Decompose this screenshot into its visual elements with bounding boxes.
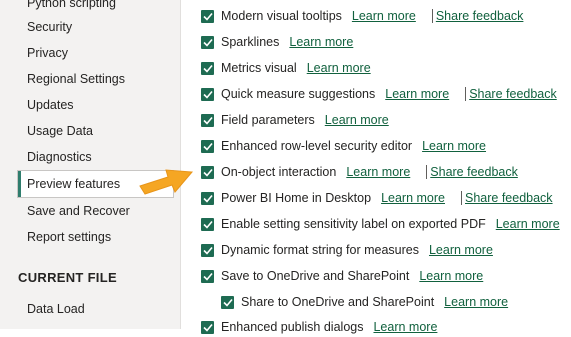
learn-more-link[interactable]: Learn more xyxy=(325,113,389,127)
link-separator xyxy=(426,165,428,179)
learn-more-link[interactable]: Learn more xyxy=(444,295,508,309)
feature-row-sensitivity-label-pdf: Enable setting sensitivity label on expo… xyxy=(201,214,560,234)
sidebar-item-usage-data[interactable]: Usage Data xyxy=(18,118,173,144)
link-separator xyxy=(461,191,462,205)
feature-row-sparklines: Sparklines Learn more xyxy=(201,32,353,52)
sidebar-item-privacy[interactable]: Privacy xyxy=(18,40,173,66)
checkbox[interactable] xyxy=(201,269,214,283)
feature-row-modern-visual-tooltips: Modern visual tooltips Learn more Share … xyxy=(201,6,523,26)
sidebar-item-report-settings[interactable]: Report settings xyxy=(18,224,173,250)
feature-label: Enhanced row-level security editor xyxy=(221,139,413,153)
link-separator xyxy=(431,9,433,23)
learn-more-link[interactable]: Learn more xyxy=(385,87,449,101)
feature-label: Dynamic format string for measures xyxy=(221,243,419,257)
share-feedback-link[interactable]: Share feedback xyxy=(465,191,553,205)
share-feedback-link[interactable]: Share feedback xyxy=(430,165,518,179)
checkbox[interactable] xyxy=(221,295,234,309)
check-icon xyxy=(202,246,213,255)
check-icon xyxy=(202,168,213,177)
feature-label: Field parameters xyxy=(221,113,315,127)
feature-row-enhanced-rls-editor: Enhanced row-level security editor Learn… xyxy=(201,136,486,156)
sidebar-item-save-and-recover[interactable]: Save and Recover xyxy=(18,198,173,224)
share-feedback-link[interactable]: Share feedback xyxy=(469,87,557,101)
feature-row-metrics-visual: Metrics visual Learn more xyxy=(201,58,371,78)
learn-more-link[interactable]: Learn more xyxy=(419,269,483,283)
check-icon xyxy=(202,90,213,99)
feature-row-share-to-onedrive: Share to OneDrive and SharePoint Learn m… xyxy=(221,292,508,312)
learn-more-link[interactable]: Learn more xyxy=(422,139,486,153)
check-icon xyxy=(202,12,213,21)
learn-more-link[interactable]: Learn more xyxy=(373,320,437,334)
checkbox[interactable] xyxy=(201,113,214,127)
checkbox[interactable] xyxy=(201,139,214,153)
feature-label: Metrics visual xyxy=(221,61,297,75)
feature-label: Share to OneDrive and SharePoint xyxy=(241,295,435,309)
learn-more-link[interactable]: Learn more xyxy=(289,35,353,49)
checkbox[interactable] xyxy=(201,243,214,257)
checkbox[interactable] xyxy=(201,61,214,75)
check-icon xyxy=(202,64,213,73)
check-icon xyxy=(202,220,213,229)
checkbox[interactable] xyxy=(201,165,214,179)
checkbox[interactable] xyxy=(201,87,214,101)
checkbox[interactable] xyxy=(201,320,214,334)
feature-label: Quick measure suggestions xyxy=(221,87,376,101)
feature-row-enhanced-publish-dialogs: Enhanced publish dialogs Learn more xyxy=(201,317,437,337)
preview-features-list: Modern visual tooltips Learn more Share … xyxy=(180,0,571,334)
check-icon xyxy=(202,38,213,47)
feature-label: Modern visual tooltips xyxy=(221,9,342,23)
learn-more-link[interactable]: Learn more xyxy=(307,61,371,75)
share-feedback-link[interactable]: Share feedback xyxy=(436,9,524,23)
feature-row-dynamic-format-string: Dynamic format string for measures Learn… xyxy=(201,240,493,260)
checkbox[interactable] xyxy=(201,217,214,231)
check-icon xyxy=(202,142,213,151)
feature-label: Enhanced publish dialogs xyxy=(221,320,364,334)
check-icon xyxy=(202,323,213,332)
feature-row-field-parameters: Field parameters Learn more xyxy=(201,110,389,130)
sidebar-item-updates[interactable]: Updates xyxy=(18,92,173,118)
checkbox[interactable] xyxy=(201,191,214,205)
current-file-header: CURRENT FILE xyxy=(18,270,117,285)
sidebar-item-security[interactable]: Security xyxy=(18,14,173,40)
feature-label: On-object interaction xyxy=(221,165,337,179)
link-separator xyxy=(465,87,467,101)
feature-label: Enable setting sensitivity label on expo… xyxy=(221,217,486,231)
feature-row-on-object-interaction: On-object interaction Learn more Share f… xyxy=(201,162,518,182)
feature-row-save-to-onedrive: Save to OneDrive and SharePoint Learn mo… xyxy=(201,266,483,286)
feature-label: Power BI Home in Desktop xyxy=(221,191,372,205)
learn-more-link[interactable]: Learn more xyxy=(496,217,560,231)
feature-label: Sparklines xyxy=(221,35,280,49)
check-icon xyxy=(222,298,233,307)
feature-row-power-bi-home: Power BI Home in Desktop Learn more Shar… xyxy=(201,188,553,208)
check-icon xyxy=(202,116,213,125)
feature-label: Save to OneDrive and SharePoint xyxy=(221,269,410,283)
sidebar-item-data-load[interactable]: Data Load xyxy=(18,296,173,322)
sidebar-item-regional-settings[interactable]: Regional Settings xyxy=(18,66,173,92)
learn-more-link[interactable]: Learn more xyxy=(381,191,445,205)
feature-row-quick-measure-suggestions: Quick measure suggestions Learn more Sha… xyxy=(201,84,557,104)
learn-more-link[interactable]: Learn more xyxy=(352,9,416,23)
learn-more-link[interactable]: Learn more xyxy=(429,243,493,257)
learn-more-link[interactable]: Learn more xyxy=(346,165,410,179)
check-icon xyxy=(202,194,213,203)
check-icon xyxy=(202,272,213,281)
checkbox[interactable] xyxy=(201,9,214,23)
checkbox[interactable] xyxy=(201,35,214,49)
